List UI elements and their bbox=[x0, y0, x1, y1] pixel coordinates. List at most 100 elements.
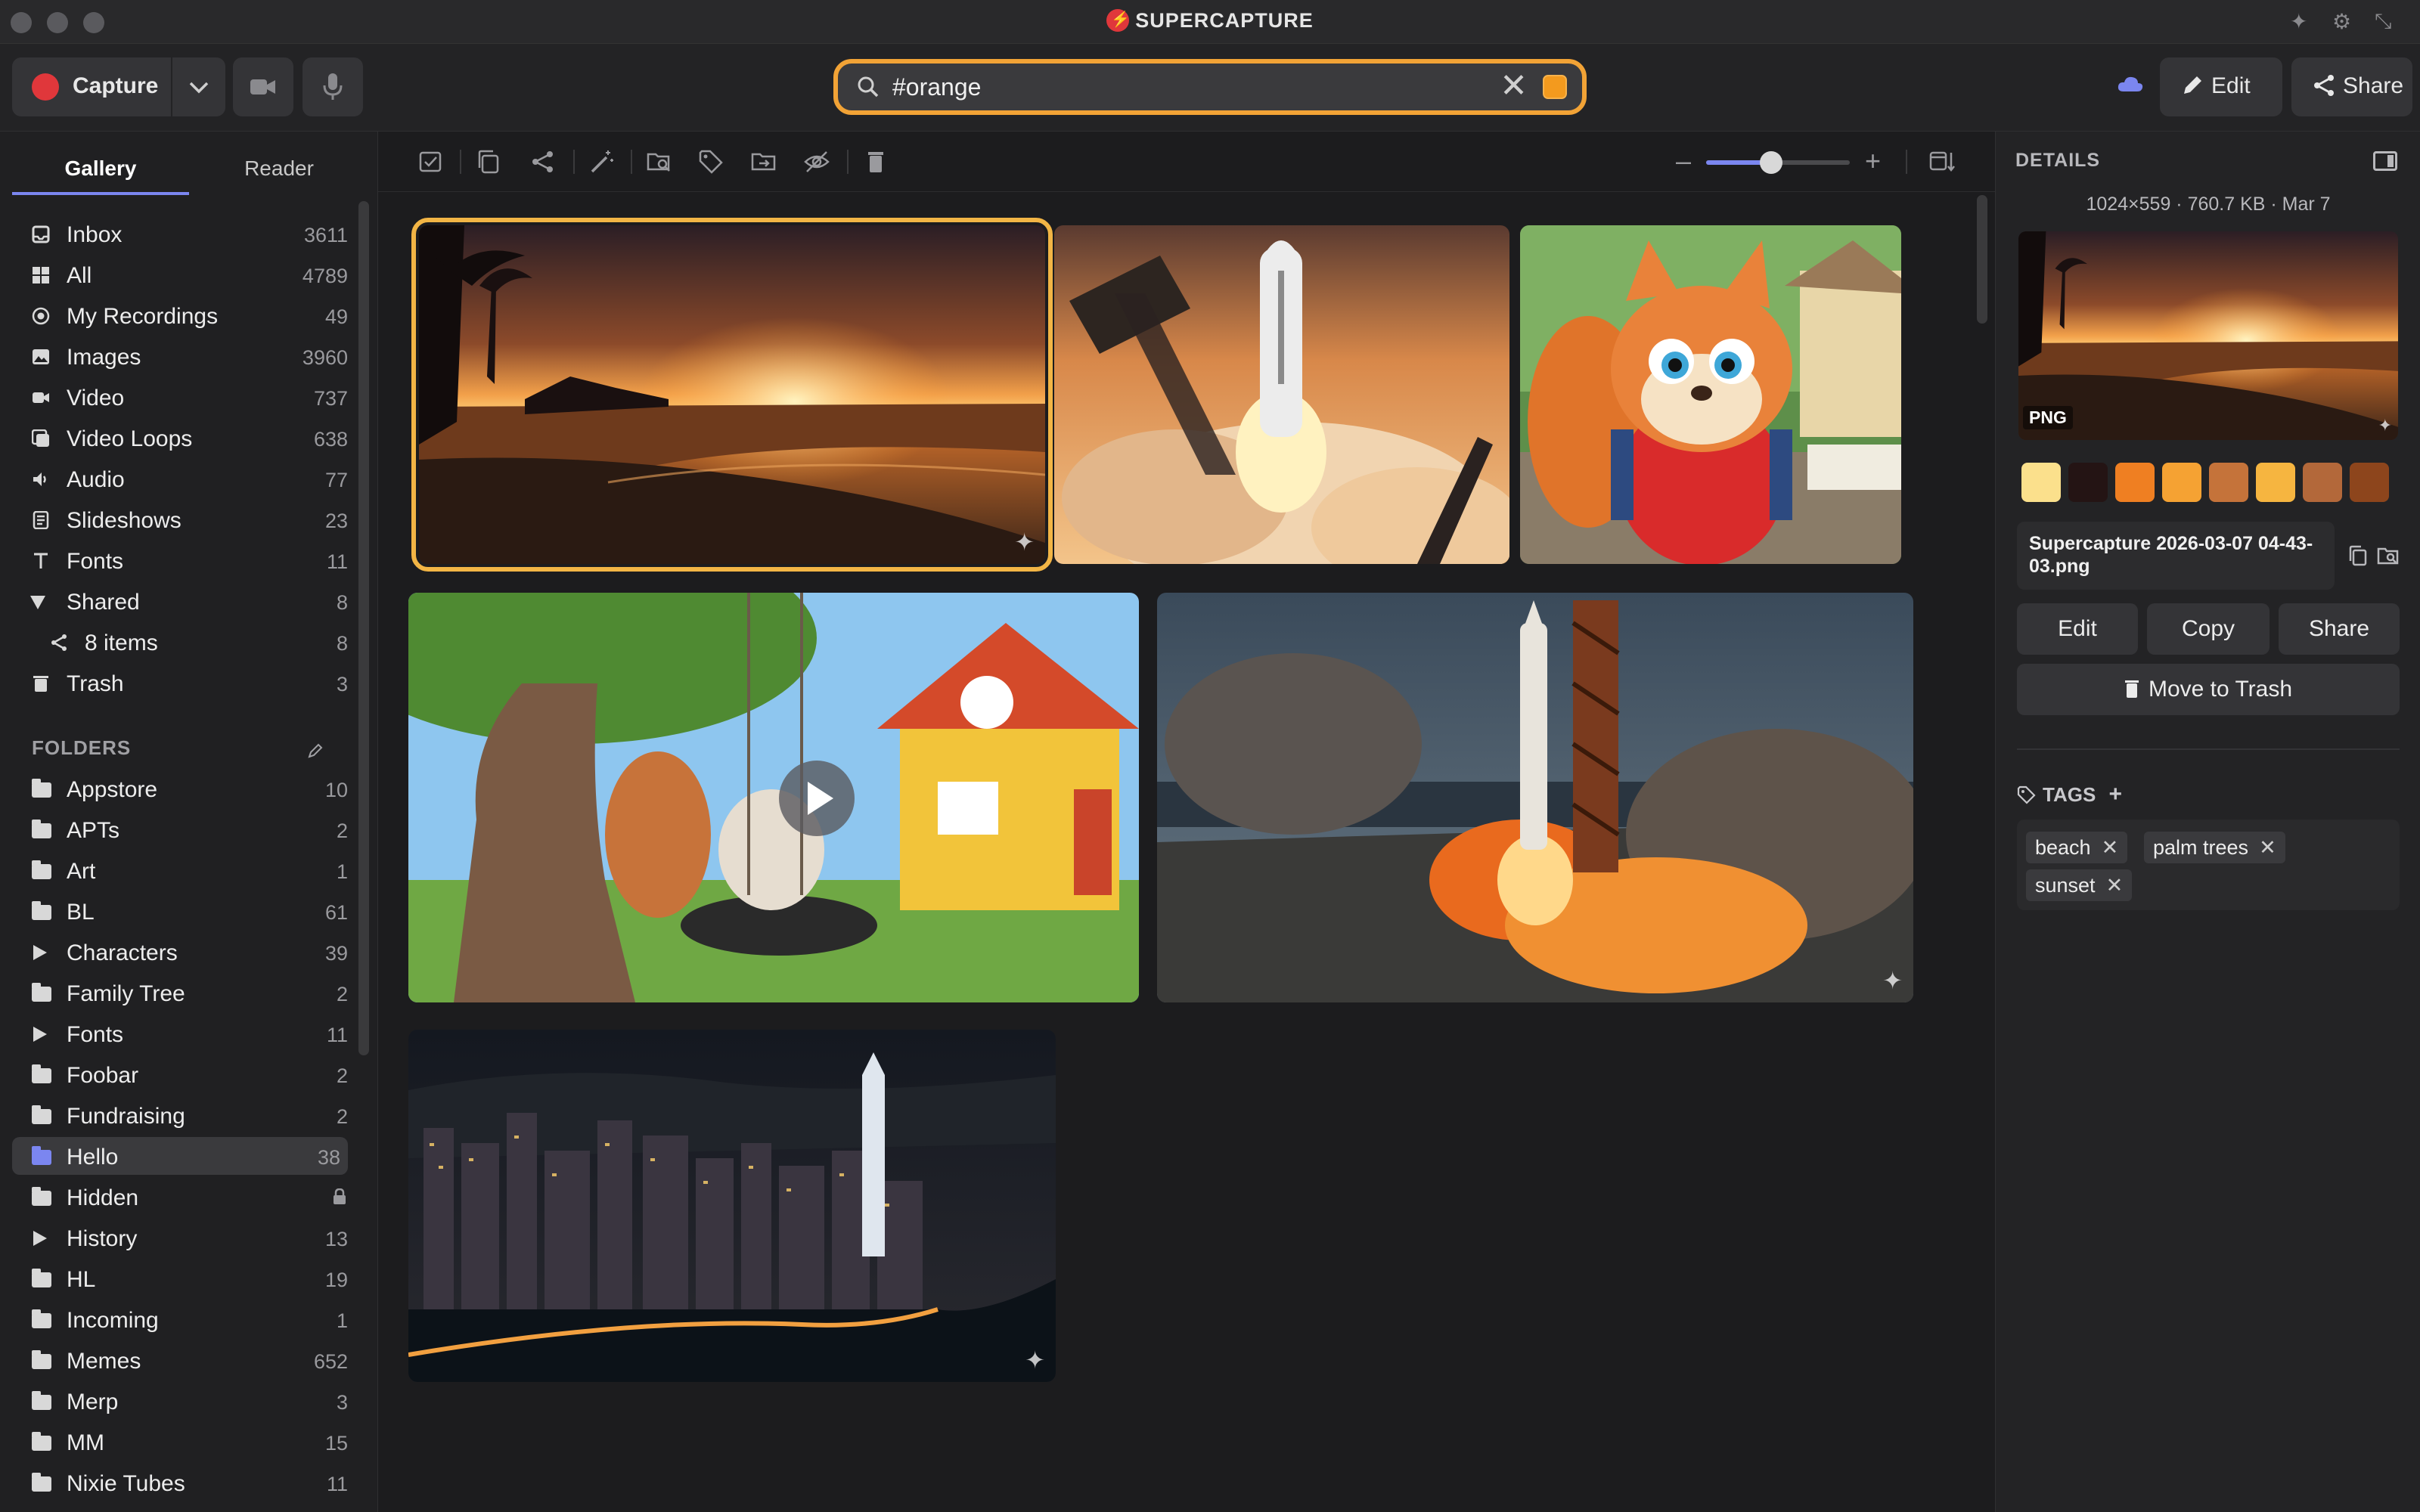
sparkles-icon[interactable]: ✦ bbox=[2290, 9, 2307, 34]
folder-item-fundraising[interactable]: Fundraising 2 bbox=[12, 1096, 348, 1134]
folder-item-nixie-tubes[interactable]: Nixie Tubes 11 bbox=[12, 1464, 348, 1501]
folder-edit-icon[interactable] bbox=[307, 742, 324, 759]
sidebar-item-trash[interactable]: Trash 3 bbox=[12, 664, 348, 702]
tag-chip[interactable]: sunset ✕ bbox=[2026, 869, 2133, 901]
filename-field[interactable]: Supercapture 2026-03-07 04-43-03.png bbox=[2017, 522, 2335, 590]
sidebar-item-images[interactable]: Images 3960 bbox=[12, 337, 348, 375]
play-button[interactable] bbox=[779, 761, 855, 836]
capture-button[interactable]: Capture bbox=[12, 57, 171, 116]
palette-color-swatch[interactable] bbox=[2162, 463, 2201, 502]
disclosure-closed-icon[interactable] bbox=[33, 1231, 47, 1246]
gallery-item-sunset-beach[interactable]: ✦ bbox=[411, 218, 1053, 572]
zoom-slider-knob[interactable] bbox=[1759, 151, 1782, 174]
folder-item-appstore[interactable]: Appstore 10 bbox=[12, 770, 348, 807]
folder-item-merp[interactable]: Merp 3 bbox=[12, 1382, 348, 1420]
sidebar-item-inbox[interactable]: Inbox 3611 bbox=[12, 215, 348, 253]
sidebar-item-fonts[interactable]: Fonts 11 bbox=[12, 541, 348, 579]
gallery-item-squirrel-swing[interactable] bbox=[408, 593, 1139, 1002]
gallery-item-city-night[interactable]: ✦ bbox=[408, 1030, 1056, 1382]
folder-item-hl[interactable]: HL 19 bbox=[12, 1259, 348, 1297]
edit-image-button[interactable]: Edit bbox=[2017, 603, 2138, 655]
share-image-button[interactable]: Share bbox=[2279, 603, 2400, 655]
sidebar-item-audio[interactable]: Audio 77 bbox=[12, 460, 348, 497]
palette-color-swatch[interactable] bbox=[2350, 463, 2389, 502]
sidebar-item-shared[interactable]: Shared 8 bbox=[12, 582, 348, 620]
disclosure-open-icon[interactable] bbox=[30, 596, 45, 609]
sidebar-item-my-recordings[interactable]: My Recordings 49 bbox=[12, 296, 348, 334]
palette-color-swatch[interactable] bbox=[2303, 463, 2342, 502]
search-input[interactable]: #orange bbox=[892, 73, 981, 101]
record-video-button[interactable] bbox=[233, 57, 293, 116]
find-in-folder-icon[interactable] bbox=[646, 148, 673, 175]
toggle-panel-icon[interactable] bbox=[2373, 151, 2397, 171]
magic-wand-icon[interactable] bbox=[588, 148, 616, 175]
copy-image-button[interactable]: Copy bbox=[2147, 603, 2270, 655]
color-filter-swatch[interactable] bbox=[1543, 75, 1567, 99]
palette-color-swatch[interactable] bbox=[2115, 463, 2155, 502]
folder-item-history[interactable]: History 13 bbox=[12, 1219, 348, 1256]
palette-color-swatch[interactable] bbox=[2256, 463, 2295, 502]
share-icon bbox=[51, 634, 67, 651]
sidebar-item-video-loops[interactable]: Video Loops 638 bbox=[12, 419, 348, 457]
sort-by-date-icon[interactable] bbox=[1928, 148, 1956, 175]
tag-icon[interactable] bbox=[697, 148, 724, 175]
folder-item-apts[interactable]: APTs 2 bbox=[12, 810, 348, 848]
tab-reader[interactable]: Reader bbox=[191, 142, 368, 195]
palette-color-swatch[interactable] bbox=[2209, 463, 2248, 502]
folder-item-memes[interactable]: Memes 652 bbox=[12, 1341, 348, 1379]
palette-color-swatch[interactable] bbox=[2068, 463, 2108, 502]
zoom-in-button[interactable]: + bbox=[1865, 145, 1881, 177]
remove-tag-icon[interactable]: ✕ bbox=[2106, 874, 2124, 897]
palette-color-swatch[interactable] bbox=[2021, 463, 2061, 502]
sidebar-item-shared-items[interactable]: 8 items 8 bbox=[12, 623, 348, 661]
tag-chip[interactable]: palm trees ✕ bbox=[2144, 832, 2285, 863]
detail-preview[interactable]: PNG ✦ bbox=[2018, 231, 2398, 440]
move-to-trash-button[interactable]: Move to Trash bbox=[2017, 664, 2400, 715]
sidebar-item-video[interactable]: Video 737 bbox=[12, 378, 348, 416]
sidebar-item-all[interactable]: All 4789 bbox=[12, 256, 348, 293]
folder-item-foobar[interactable]: Foobar 2 bbox=[12, 1055, 348, 1093]
tab-gallery[interactable]: Gallery bbox=[12, 142, 189, 195]
folder-item-fonts[interactable]: Fonts 11 bbox=[12, 1015, 348, 1052]
trash-icon[interactable] bbox=[862, 148, 889, 175]
folder-item-characters[interactable]: Characters 39 bbox=[12, 933, 348, 971]
capture-menu-button[interactable] bbox=[172, 57, 225, 116]
folder-item-hidden[interactable]: Hidden bbox=[12, 1178, 348, 1216]
folder-item-art[interactable]: Art 1 bbox=[12, 851, 348, 889]
move-to-folder-icon[interactable] bbox=[750, 148, 777, 175]
edit-button[interactable]: Edit bbox=[2160, 57, 2282, 116]
folder-item-family-tree[interactable]: Family Tree 2 bbox=[12, 974, 348, 1012]
sidebar-scrollbar[interactable] bbox=[358, 201, 369, 1055]
folder-item-hello[interactable]: Hello 38 bbox=[12, 1137, 348, 1175]
folder-item-incoming[interactable]: Incoming 1 bbox=[12, 1300, 348, 1338]
gallery-item-squirrel[interactable] bbox=[1520, 225, 1901, 564]
tag-chip[interactable]: beach ✕ bbox=[2026, 832, 2128, 863]
sidebar-item-slideshows[interactable]: Slideshows 23 bbox=[12, 500, 348, 538]
reveal-in-finder-icon[interactable] bbox=[2377, 544, 2400, 567]
disclosure-closed-icon[interactable] bbox=[33, 1027, 47, 1042]
remove-tag-icon[interactable]: ✕ bbox=[2259, 836, 2276, 859]
microphone-icon bbox=[323, 73, 343, 100]
search-field[interactable]: #orange ✕ bbox=[833, 59, 1587, 115]
gallery-item-rocket-pad[interactable]: ✦ bbox=[1157, 593, 1913, 1002]
gallery-scrollbar[interactable] bbox=[1977, 195, 1987, 324]
zoom-out-button[interactable]: – bbox=[1676, 145, 1691, 177]
disclosure-closed-icon[interactable] bbox=[33, 945, 47, 960]
share-button[interactable]: Share bbox=[2291, 57, 2412, 116]
gear-icon[interactable]: ⚙ bbox=[2332, 9, 2351, 34]
add-tag-button[interactable]: + bbox=[2109, 782, 2123, 807]
gallery-item-rocket-clouds[interactable] bbox=[1054, 225, 1509, 564]
select-icon[interactable] bbox=[417, 148, 445, 175]
folder-item-bl[interactable]: BL 61 bbox=[12, 892, 348, 930]
collapse-icon[interactable]: ⤡ bbox=[2375, 9, 2391, 34]
cloud-sync-icon[interactable] bbox=[2118, 76, 2143, 92]
tags-field[interactable]: beach ✕ palm trees ✕ sunset ✕ bbox=[2017, 820, 2400, 910]
hide-icon[interactable] bbox=[803, 148, 830, 175]
share-icon[interactable] bbox=[529, 148, 557, 175]
remove-tag-icon[interactable]: ✕ bbox=[2102, 836, 2119, 859]
folder-item-mm[interactable]: MM 15 bbox=[12, 1423, 348, 1461]
record-audio-button[interactable] bbox=[302, 57, 363, 116]
duplicate-icon[interactable] bbox=[475, 148, 502, 175]
clear-search-icon[interactable]: ✕ bbox=[1500, 67, 1528, 105]
copy-filename-icon[interactable] bbox=[2347, 544, 2369, 567]
